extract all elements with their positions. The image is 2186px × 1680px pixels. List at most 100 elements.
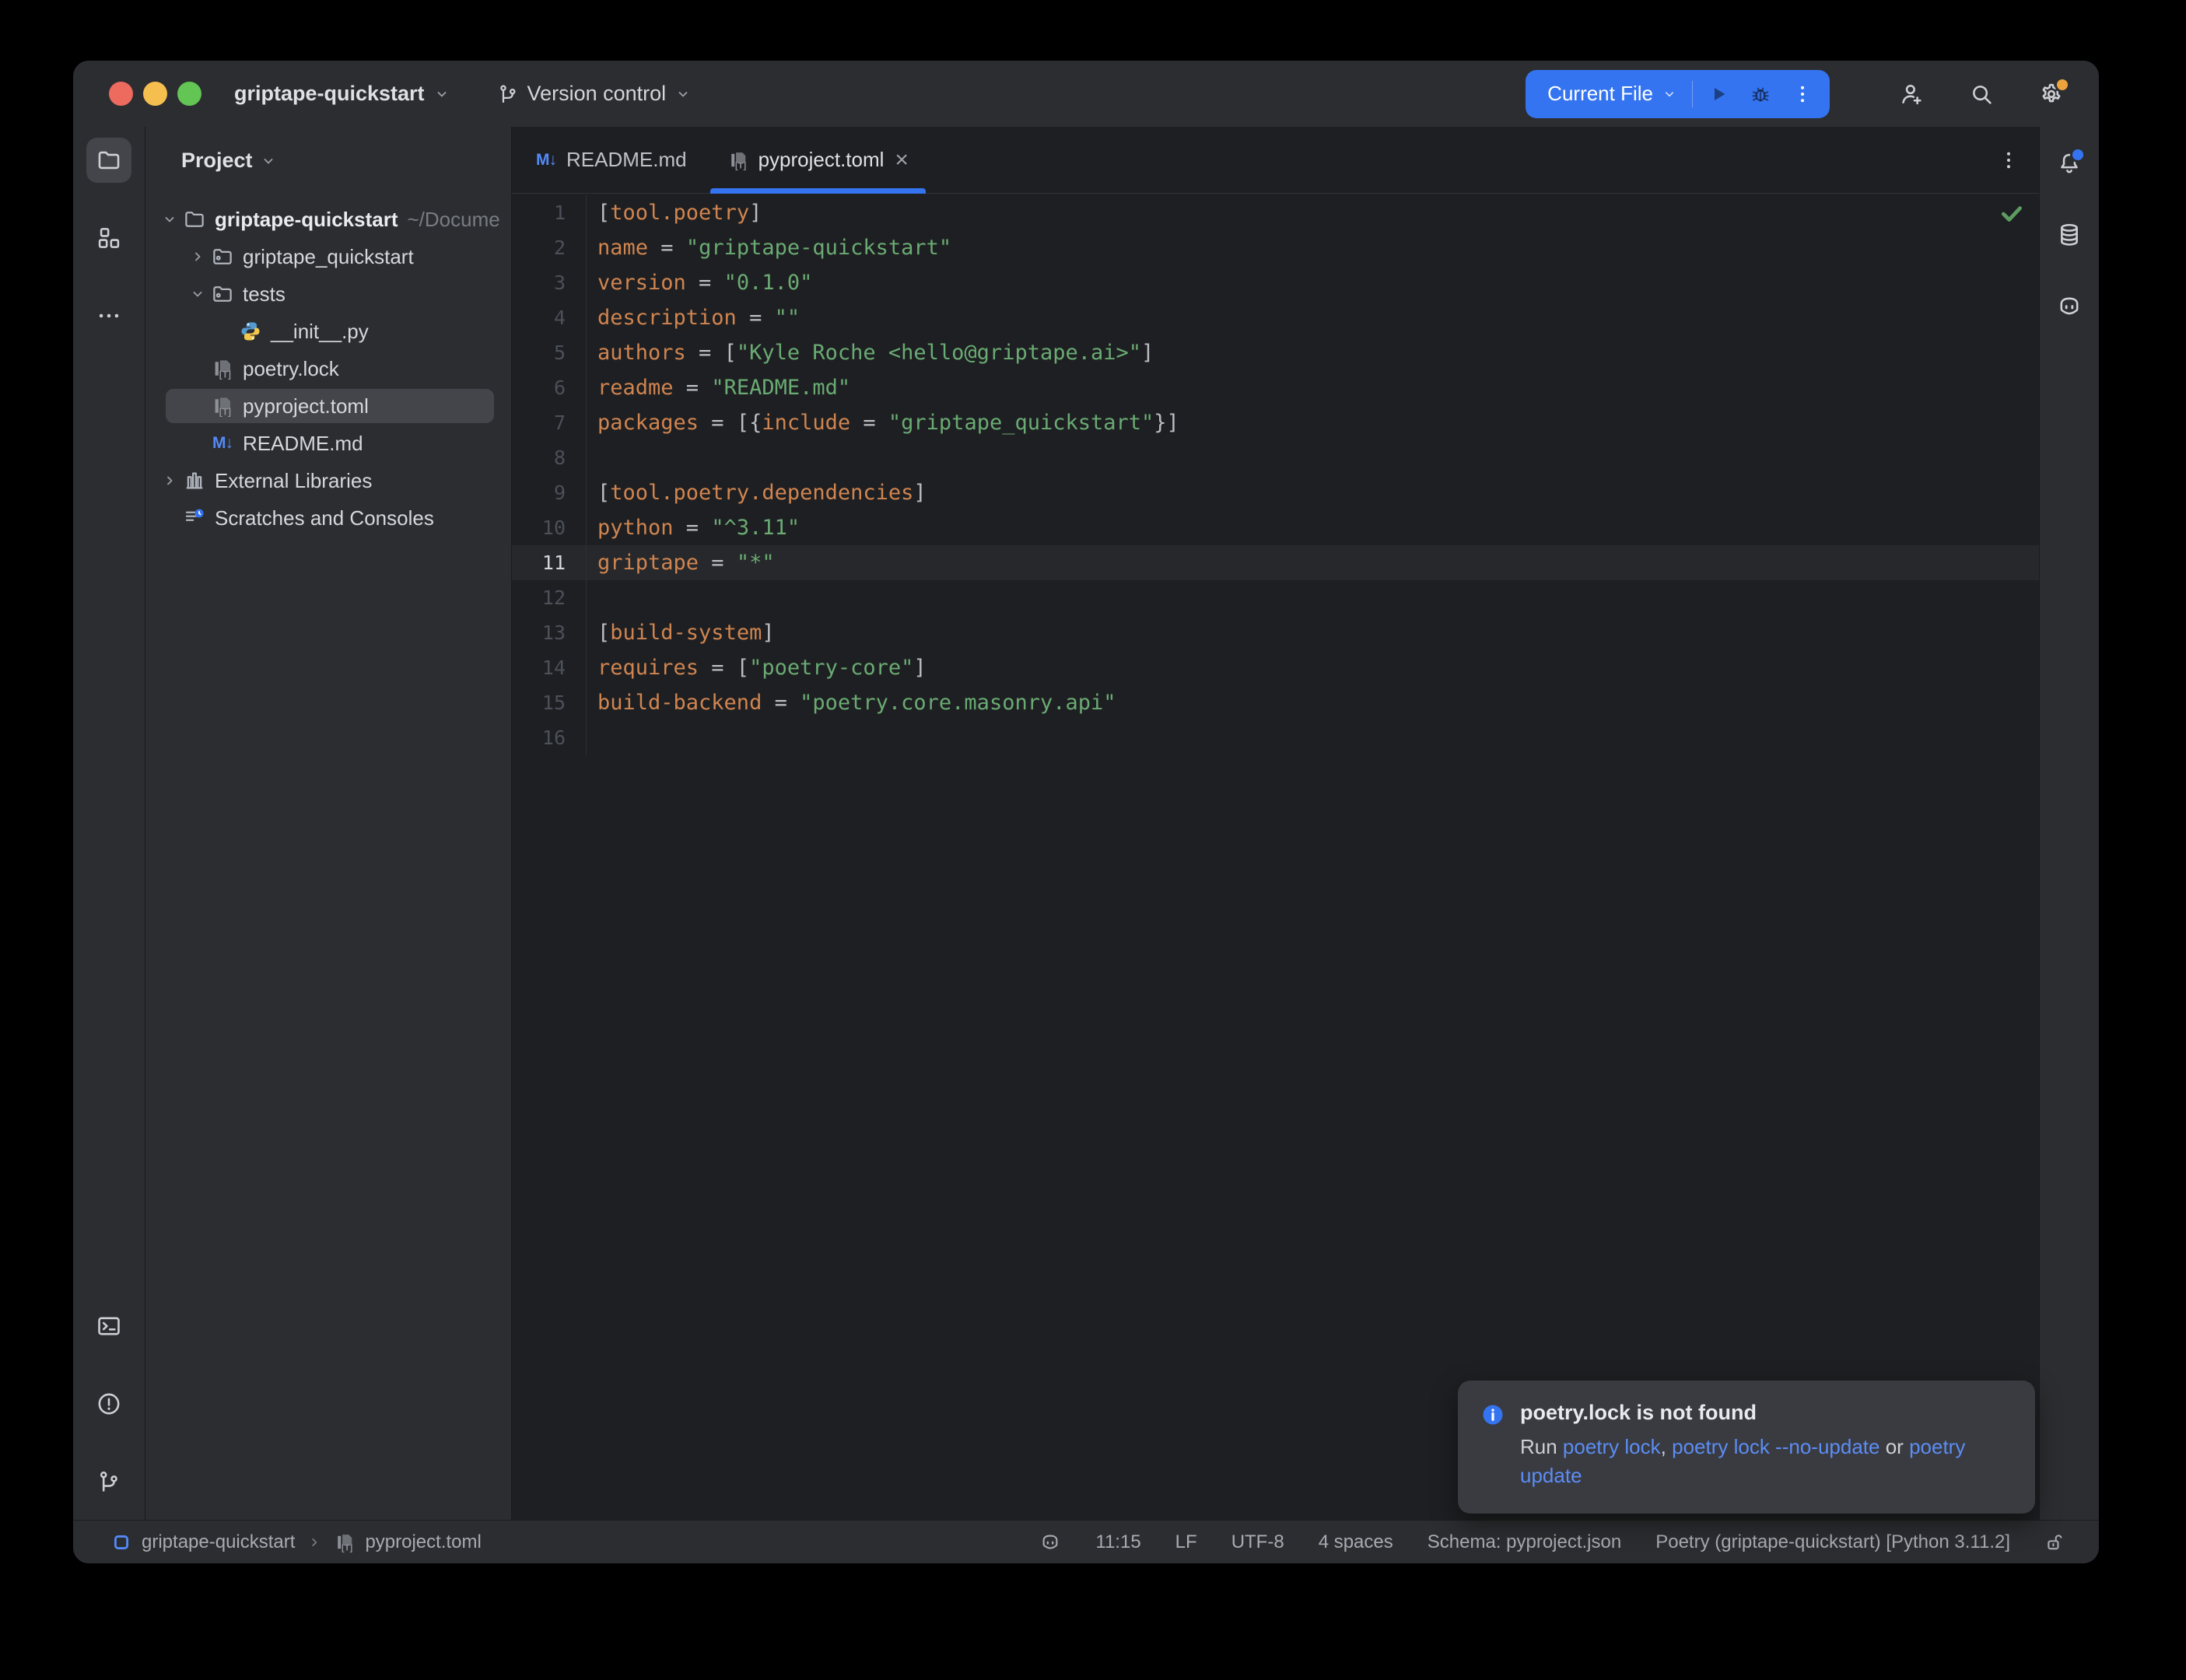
notification-link-poetry-lock[interactable]: poetry lock xyxy=(1563,1435,1661,1458)
unlocked-status-widget[interactable] xyxy=(2044,1531,2066,1553)
more-tools-button[interactable] xyxy=(86,293,131,338)
code-line[interactable]: 5authors = ["Kyle Roche <hello@griptape.… xyxy=(512,335,2039,370)
code-text: [tool.poetry.dependencies] xyxy=(587,481,927,505)
code-line[interactable]: 4description = "" xyxy=(512,300,2039,335)
code-line[interactable]: 2name = "griptape-quickstart" xyxy=(512,230,2039,265)
code-line[interactable]: 7packages = [{include = "griptape_quicks… xyxy=(512,405,2039,440)
tree-item-tests[interactable]: tests xyxy=(145,275,511,313)
status-widget-poetry-griptape-quickstart-python-3-11-2[interactable]: Poetry (griptape-quickstart) [Python 3.1… xyxy=(1655,1531,2010,1553)
code-line[interactable]: 14requires = ["poetry-core"] xyxy=(512,650,2039,685)
chevron-right-icon[interactable] xyxy=(184,247,211,266)
status-widget-11-15[interactable]: 11:15 xyxy=(1095,1531,1140,1553)
add-user-button[interactable] xyxy=(1895,78,1928,110)
project-tool-window: Project griptape-quickstart~/Documegript… xyxy=(145,127,512,1520)
editor-tab-bar: M↓README.md[T]pyproject.toml× xyxy=(512,127,2039,194)
code-line[interactable]: 13[build-system] xyxy=(512,615,2039,650)
code-line[interactable]: 6readme = "README.md" xyxy=(512,370,2039,405)
run-configuration-label: Current File xyxy=(1547,82,1653,106)
tree-item-griptape-quickstart[interactable]: griptape_quickstart xyxy=(145,238,511,275)
code-line[interactable]: 10python = "^3.11" xyxy=(512,510,2039,545)
inspection-ok-icon[interactable] xyxy=(1999,200,2025,226)
code-line[interactable]: 12 xyxy=(512,580,2039,615)
line-number: 16 xyxy=(512,720,587,755)
settings-button[interactable] xyxy=(2035,78,2068,110)
code-line[interactable]: 11griptape = "*" xyxy=(512,545,2039,580)
zoom-window-button[interactable] xyxy=(177,82,201,106)
code-line[interactable]: 9[tool.poetry.dependencies] xyxy=(512,475,2039,510)
tree-item-label: README.md xyxy=(243,432,363,456)
close-window-button[interactable] xyxy=(109,82,133,106)
line-number: 1 xyxy=(512,195,587,230)
tree-item-readme-md[interactable]: M↓README.md xyxy=(145,425,511,462)
minimize-window-button[interactable] xyxy=(143,82,167,106)
notification-link-poetry-lock-no-update[interactable]: poetry lock --no-update xyxy=(1672,1435,1879,1458)
breadcrumb-label: pyproject.toml xyxy=(365,1531,481,1553)
project-tool-button[interactable] xyxy=(86,138,131,183)
status-widget-lf[interactable]: LF xyxy=(1175,1531,1197,1553)
tree-item-scratches-and-consoles[interactable]: Scratches and Consoles xyxy=(145,499,511,537)
tab-options-kebab-icon[interactable] xyxy=(1997,149,2020,172)
ai-assistant-button[interactable] xyxy=(2050,287,2089,326)
code-line[interactable]: 16 xyxy=(512,720,2039,755)
code-line[interactable]: 8 xyxy=(512,440,2039,475)
run-button[interactable] xyxy=(1697,75,1739,114)
tree-item-label: poetry.lock xyxy=(243,357,339,381)
structure-tool-button[interactable] xyxy=(86,215,131,261)
tree-item-init-py[interactable]: __init__.py xyxy=(145,313,511,350)
code-line[interactable]: 15build-backend = "poetry.core.masonry.a… xyxy=(512,685,2039,720)
right-tool-strip xyxy=(2039,127,2099,1520)
tree-item-pyproject-toml[interactable]: [T]pyproject.toml xyxy=(145,387,511,425)
markdown-icon: M↓ xyxy=(535,149,557,171)
ai-assistant-icon xyxy=(2056,293,2083,320)
breadcrumb-pyproject-toml[interactable]: [T]pyproject.toml xyxy=(334,1531,481,1553)
chevron-down-icon[interactable] xyxy=(184,285,211,303)
close-tab-icon[interactable]: × xyxy=(895,149,909,172)
project-tool-icon xyxy=(96,147,122,173)
code-text: name = "griptape-quickstart" xyxy=(587,236,951,260)
more-run-options-button[interactable] xyxy=(1781,75,1823,114)
line-number: 9 xyxy=(512,475,587,510)
status-widget-label: LF xyxy=(1175,1531,1197,1553)
ide-window: griptape-quickstart Version control Curr… xyxy=(73,61,2099,1563)
code-line[interactable]: 1[tool.poetry] xyxy=(512,195,2039,230)
vcs-tool-button[interactable] xyxy=(86,1459,131,1504)
code-text: requires = ["poetry-core"] xyxy=(587,656,927,680)
problems-tool-button[interactable] xyxy=(86,1381,131,1426)
code-text: griptape = "*" xyxy=(587,551,775,575)
line-number: 15 xyxy=(512,685,587,720)
status-widget-label: 4 spaces xyxy=(1319,1531,1393,1553)
debug-button[interactable] xyxy=(1739,75,1781,114)
run-widget: Current File xyxy=(1526,70,1830,118)
search-everywhere-button[interactable] xyxy=(1965,78,1998,110)
tree-item-label: griptape-quickstart xyxy=(215,208,398,232)
line-number: 4 xyxy=(512,300,587,335)
terminal-tool-button[interactable] xyxy=(86,1304,131,1349)
project-panel-header[interactable]: Project xyxy=(145,139,511,182)
vcs-widget[interactable]: Version control xyxy=(496,82,693,106)
chevron-down-icon[interactable] xyxy=(156,210,183,229)
tree-item-poetry-lock[interactable]: [T]poetry.lock xyxy=(145,350,511,387)
status-widget-4-spaces[interactable]: 4 spaces xyxy=(1319,1531,1393,1553)
notification-title: poetry.lock is not found xyxy=(1520,1401,1996,1425)
database-tool-button[interactable] xyxy=(2050,215,2089,254)
line-number: 2 xyxy=(512,230,587,265)
copilot-status-widget[interactable] xyxy=(1039,1531,1061,1553)
notification-text: Run xyxy=(1520,1435,1563,1458)
run-configuration-selector[interactable]: Current File xyxy=(1547,82,1692,106)
line-number: 14 xyxy=(512,650,587,685)
editor-tab-pyproject-toml[interactable]: [T]pyproject.toml× xyxy=(707,127,929,193)
breadcrumb-griptape-quickstart[interactable]: griptape-quickstart xyxy=(110,1531,295,1553)
chevron-right-icon[interactable] xyxy=(156,471,183,490)
status-widget-schema-pyproject-json[interactable]: Schema: pyproject.json xyxy=(1428,1531,1621,1553)
notifications-bell-button[interactable] xyxy=(2050,144,2089,183)
code-editor[interactable]: 1[tool.poetry]2name = "griptape-quicksta… xyxy=(512,194,2039,1520)
project-name-widget[interactable]: griptape-quickstart xyxy=(234,82,451,106)
tree-item-griptape-quickstart[interactable]: griptape-quickstart~/Docume xyxy=(145,201,511,238)
tree-item-external-libraries[interactable]: External Libraries xyxy=(145,462,511,499)
editor-tab-readme-md[interactable]: M↓README.md xyxy=(515,127,707,193)
line-number: 6 xyxy=(512,370,587,405)
status-widget-utf-8[interactable]: UTF-8 xyxy=(1231,1531,1284,1553)
code-line[interactable]: 3version = "0.1.0" xyxy=(512,265,2039,300)
python-icon xyxy=(239,320,262,343)
code-text: readme = "README.md" xyxy=(587,376,850,400)
